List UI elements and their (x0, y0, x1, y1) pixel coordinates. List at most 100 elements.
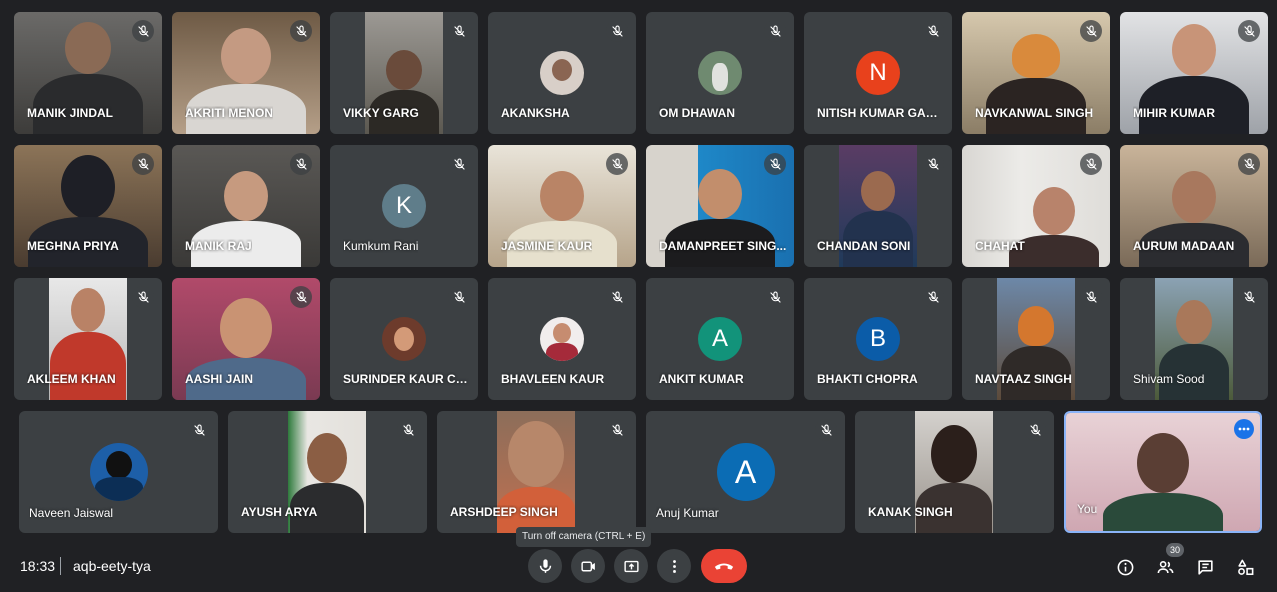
participant-name: You (1077, 502, 1098, 516)
participant-tile[interactable]: Shivam Sood (1120, 278, 1268, 400)
mic-off-icon (397, 419, 419, 441)
participant-tile[interactable]: VIKKY GARG (330, 12, 478, 134)
participant-tile[interactable]: A Anuj Kumar (646, 411, 845, 533)
participant-tile[interactable]: MANIK JINDAL (14, 12, 162, 134)
activities-button[interactable] (1234, 556, 1256, 578)
mic-off-icon (922, 286, 944, 308)
participant-tile[interactable]: AKRITI MENON (172, 12, 320, 134)
participant-tile[interactable]: JASMINE KAUR (488, 145, 636, 267)
mic-off-icon (606, 286, 628, 308)
participant-name: Kumkum Rani (343, 239, 419, 253)
participant-name: NAVKANWAL SINGH (975, 106, 1094, 120)
participant-tile[interactable]: AURUM MADAAN (1120, 145, 1268, 267)
chat-button[interactable] (1194, 556, 1216, 578)
participant-tile[interactable]: AKLEEM KHAN (14, 278, 162, 400)
mic-off-icon (764, 286, 786, 308)
participant-tile[interactable]: K Kumkum Rani (330, 145, 478, 267)
avatar (540, 51, 584, 95)
participant-name: AURUM MADAAN (1133, 239, 1235, 253)
participant-name: AKANKSHA (501, 106, 570, 120)
participant-tile[interactable]: AYUSH ARYA (228, 411, 427, 533)
avatar (698, 51, 742, 95)
avatar: A (716, 443, 775, 501)
participant-name: OM DHAWAN (659, 106, 735, 120)
mic-off-icon (606, 153, 628, 175)
participant-tile[interactable]: ARSHDEEP SINGH (437, 411, 636, 533)
participant-name: MEGHNA PRIYA (27, 239, 119, 253)
participant-name: ANKIT KUMAR (659, 372, 744, 386)
mic-off-icon (1238, 20, 1260, 42)
present-button[interactable] (614, 549, 648, 583)
participant-name: MIHIR KUMAR (1133, 106, 1215, 120)
participant-count-badge: 30 (1166, 543, 1184, 557)
mic-off-icon (290, 286, 312, 308)
avatar: B (856, 317, 900, 361)
microphone-button[interactable] (528, 549, 562, 583)
participant-name: ARSHDEEP SINGH (450, 505, 558, 519)
avatar: K (382, 184, 426, 228)
mic-off-icon (188, 419, 210, 441)
end-call-icon (714, 563, 734, 570)
mic-icon (539, 558, 551, 573)
avatar (89, 443, 148, 501)
more-options-button[interactable] (657, 549, 691, 583)
mic-off-icon (1238, 153, 1260, 175)
participant-name: KANAK SINGH (868, 505, 953, 519)
participant-tile[interactable]: SURINDER KAUR CHA... (330, 278, 478, 400)
more-vert-icon (672, 559, 676, 573)
mic-off-icon (1080, 286, 1102, 308)
camera-icon (580, 561, 595, 571)
people-icon (1157, 560, 1173, 573)
participant-tile[interactable]: CHAHAT (962, 145, 1110, 267)
participant-tile[interactable]: B BHAKTI CHOPRA (804, 278, 952, 400)
participant-name: MANIK JINDAL (27, 106, 113, 120)
more-options-icon[interactable] (1234, 419, 1254, 439)
participant-name: BHAVLEEN KAUR (501, 372, 605, 386)
participant-tile[interactable]: MEGHNA PRIYA (14, 145, 162, 267)
participant-tile[interactable]: KANAK SINGH (855, 411, 1054, 533)
participant-tile[interactable]: BHAVLEEN KAUR (488, 278, 636, 400)
participant-name: CHANDAN SONI (817, 239, 911, 253)
avatar: N (856, 51, 900, 95)
participant-tile[interactable]: AKANKSHA (488, 12, 636, 134)
mic-off-icon (1080, 20, 1102, 42)
participant-tile[interactable]: OM DHAWAN (646, 12, 794, 134)
meeting-info-button[interactable] (1114, 556, 1136, 578)
participant-name: VIKKY GARG (343, 106, 419, 120)
participant-name: AYUSH ARYA (241, 505, 318, 519)
meeting-time: 18:33 (20, 558, 56, 574)
end-call-button[interactable] (701, 549, 747, 583)
participant-name: MANIK RAJ (185, 239, 252, 253)
participant-tile[interactable]: N NITISH KUMAR GAUT... (804, 12, 952, 134)
participant-tile[interactable]: Naveen Jaiswal (19, 411, 218, 533)
avatar: A (698, 317, 742, 361)
participant-tile[interactable]: MIHIR KUMAR (1120, 12, 1268, 134)
participant-name: AASHI JAIN (185, 372, 254, 386)
meeting-code: aqb-eety-tya (73, 558, 151, 574)
camera-button[interactable] (571, 549, 605, 583)
participant-tile[interactable]: DAMANPREET SING... (646, 145, 794, 267)
participant-name: AKRITI MENON (185, 106, 273, 120)
chat-icon (1197, 559, 1213, 575)
avatar (382, 317, 426, 361)
participant-tile[interactable]: A ANKIT KUMAR (646, 278, 794, 400)
camera-tooltip: Turn off camera (CTRL + E) (516, 527, 652, 547)
mic-off-icon (448, 153, 470, 175)
participant-name: JASMINE KAUR (501, 239, 593, 253)
participant-name: DAMANPREET SING... (659, 239, 787, 253)
mic-off-icon (922, 20, 944, 42)
mic-off-icon (606, 419, 628, 441)
self-tile[interactable]: You (1064, 411, 1262, 533)
participant-tile[interactable]: AASHI JAIN (172, 278, 320, 400)
people-button[interactable] (1154, 556, 1176, 578)
participant-tile[interactable]: NAVKANWAL SINGH (962, 12, 1110, 134)
mic-off-icon (132, 20, 154, 42)
mic-off-icon (1238, 286, 1260, 308)
participant-tile[interactable]: MANIK RAJ (172, 145, 320, 267)
mic-off-icon (448, 286, 470, 308)
mic-off-icon (290, 20, 312, 42)
mic-off-icon (448, 20, 470, 42)
participant-tile[interactable]: NAVTAAZ SINGH (962, 278, 1110, 400)
mic-off-icon (1080, 153, 1102, 175)
participant-tile[interactable]: CHANDAN SONI (804, 145, 952, 267)
